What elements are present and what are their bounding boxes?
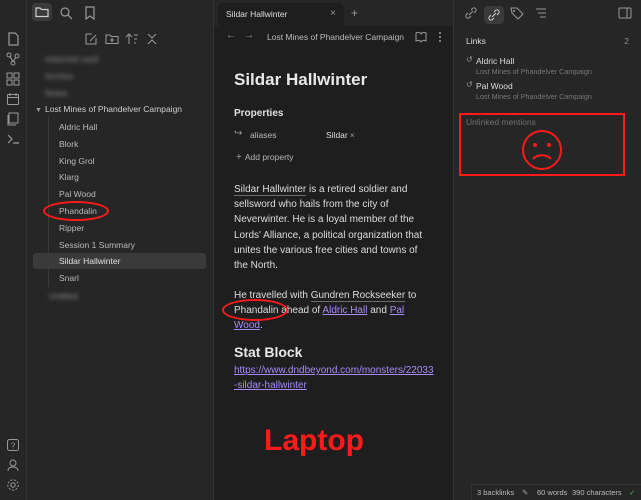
file-explorer: redacted vault Archive Notes ▼ Lost Mines…	[27, 0, 214, 500]
sad-face-icon	[522, 130, 562, 170]
file-session-1-summary[interactable]: Session 1 Summary	[59, 240, 135, 250]
close-icon[interactable]: ×	[330, 8, 336, 19]
folder-campaign[interactable]: ▼ Lost Mines of Phandelver Campaign	[35, 104, 182, 114]
tab-label: Sildar Hallwinter	[226, 9, 288, 19]
properties-heading: Properties	[234, 108, 284, 119]
help-icon[interactable]: ?	[6, 438, 20, 452]
new-note-icon[interactable]	[84, 32, 98, 46]
open-vault-icon[interactable]	[6, 32, 20, 46]
file-snarl[interactable]: Snarl	[59, 273, 79, 283]
templates-icon[interactable]	[6, 112, 20, 126]
folder-icon[interactable]	[32, 3, 52, 21]
settings-icon[interactable]	[6, 478, 20, 492]
search-icon[interactable]	[59, 6, 73, 20]
back-arrow-icon[interactable]: ←	[226, 30, 236, 41]
text-segment: to	[405, 290, 417, 301]
explorer-topbar	[27, 0, 214, 26]
paragraph-intro[interactable]: Sildar Hallwinter is a retired soldier a…	[234, 182, 434, 273]
edit-pencil-icon[interactable]: ✎	[522, 488, 528, 497]
more-options-icon[interactable]	[434, 31, 446, 43]
tab-bar: Sildar Hallwinter × +	[214, 0, 453, 26]
right-sidebar: Links 2 Aldric Hall Lost Mines of Phande…	[453, 0, 641, 500]
file-ripper[interactable]: Ripper	[59, 223, 84, 233]
add-property-button[interactable]: + Add property	[236, 152, 294, 163]
editor-pane: Sildar Hallwinter × + ← → Lost Mines of …	[214, 0, 453, 500]
character-count: 390 characters	[572, 488, 622, 497]
vault-icon[interactable]	[6, 458, 20, 472]
canvas-icon[interactable]	[6, 72, 20, 86]
backlinks-icon[interactable]	[464, 6, 478, 20]
tree-item-blurred[interactable]: redacted vault	[45, 54, 98, 64]
outgoing-links-icon[interactable]	[484, 6, 504, 24]
forward-arrow-icon[interactable]: →	[244, 30, 254, 41]
outgoing-link-item[interactable]: Pal Wood Lost Mines of Phandelver Campai…	[466, 80, 636, 101]
name-underlined: Sildar Hallwinter	[234, 184, 307, 196]
collapse-icon[interactable]	[145, 32, 159, 46]
breadcrumb: Lost Mines of Phandelver Campaign	[267, 32, 405, 42]
nav-bar: ← → Lost Mines of Phandelver Campaign	[214, 26, 453, 48]
aliases-icon: ↪	[234, 128, 243, 139]
right-topbar	[454, 0, 641, 26]
gundren-mention: Gundren Rockseeker	[310, 290, 406, 302]
annotation-ellipse-explorer	[43, 201, 109, 221]
file-aldric-hall[interactable]: Aldric Hall	[59, 122, 97, 132]
intro-text: is a retired soldier and sellsword who h…	[234, 184, 423, 272]
link-path: Lost Mines of Phandelver Campaign	[476, 92, 592, 101]
bookmark-icon[interactable]	[83, 6, 97, 20]
folder-label: Lost Mines of Phandelver Campaign	[45, 104, 183, 114]
links-panel-title: Links	[466, 36, 486, 46]
command-palette-icon[interactable]	[6, 132, 20, 146]
sort-icon[interactable]	[125, 32, 139, 46]
outgoing-link-item[interactable]: Aldric Hall Lost Mines of Phandelver Cam…	[466, 55, 636, 76]
tree-item-blurred[interactable]: Notes	[45, 88, 67, 98]
link-aldric-hall[interactable]: Aldric Hall	[322, 305, 367, 316]
text-segment: .	[259, 320, 263, 332]
daily-note-icon[interactable]	[6, 92, 20, 106]
file-blork[interactable]: Blork	[59, 139, 78, 149]
stat-block-url[interactable]: https://www.dndbeyond.com/monsters/22033…	[234, 363, 434, 393]
link-path: Lost Mines of Phandelver Campaign	[476, 67, 592, 76]
file-pal-wood[interactable]: Pal Wood	[59, 189, 96, 199]
tags-icon[interactable]	[510, 6, 524, 20]
plus-icon: +	[236, 152, 242, 163]
note-title[interactable]: Sildar Hallwinter	[234, 70, 367, 90]
graph-view-icon[interactable]	[6, 52, 20, 66]
svg-text:?: ?	[11, 442, 16, 451]
reading-view-icon[interactable]	[415, 31, 427, 43]
heading-stat-block: Stat Block	[234, 344, 303, 360]
remove-alias-icon[interactable]: ×	[350, 130, 355, 140]
property-row-aliases[interactable]: ↪ aliases Sildar ×	[234, 128, 434, 143]
toggle-sidebar-icon[interactable]	[618, 6, 632, 20]
link-name: Pal Wood	[466, 80, 636, 91]
backlinks-count[interactable]: 3 backlinks	[477, 488, 514, 497]
property-key[interactable]: aliases	[250, 130, 276, 140]
status-bar: 3 backlinks ✎ 60 words 390 characters ✓	[471, 484, 641, 500]
annotation-laptop: Laptop	[264, 424, 364, 457]
annotation-ellipse-editor	[222, 299, 288, 321]
property-value[interactable]: Sildar ×	[326, 130, 355, 140]
file-klarg[interactable]: Klarg	[59, 172, 79, 182]
tree-item-blurred[interactable]: Archive	[45, 71, 73, 81]
chevron-down-icon: ▼	[35, 107, 42, 114]
outline-icon[interactable]	[534, 6, 548, 20]
text-segment: and	[367, 305, 390, 317]
tab-sildar-hallwinter[interactable]: Sildar Hallwinter ×	[218, 3, 344, 26]
file-sildar-hallwinter[interactable]: Sildar Hallwinter	[59, 256, 120, 266]
new-folder-icon[interactable]	[105, 32, 119, 46]
tree-item-blurred[interactable]: Untitled	[49, 291, 78, 301]
link-name: Aldric Hall	[466, 55, 636, 66]
add-property-label: Add property	[244, 152, 294, 162]
links-count: 2	[624, 36, 629, 46]
sync-status-icon[interactable]: ✓	[629, 488, 635, 497]
explorer-actions	[27, 31, 214, 47]
alias-chip: Sildar	[326, 130, 348, 140]
word-count: 60 words	[537, 488, 568, 497]
new-tab-button[interactable]: +	[351, 6, 358, 20]
file-king-grol[interactable]: King Grol	[59, 156, 94, 166]
left-ribbon: ?	[0, 0, 27, 500]
